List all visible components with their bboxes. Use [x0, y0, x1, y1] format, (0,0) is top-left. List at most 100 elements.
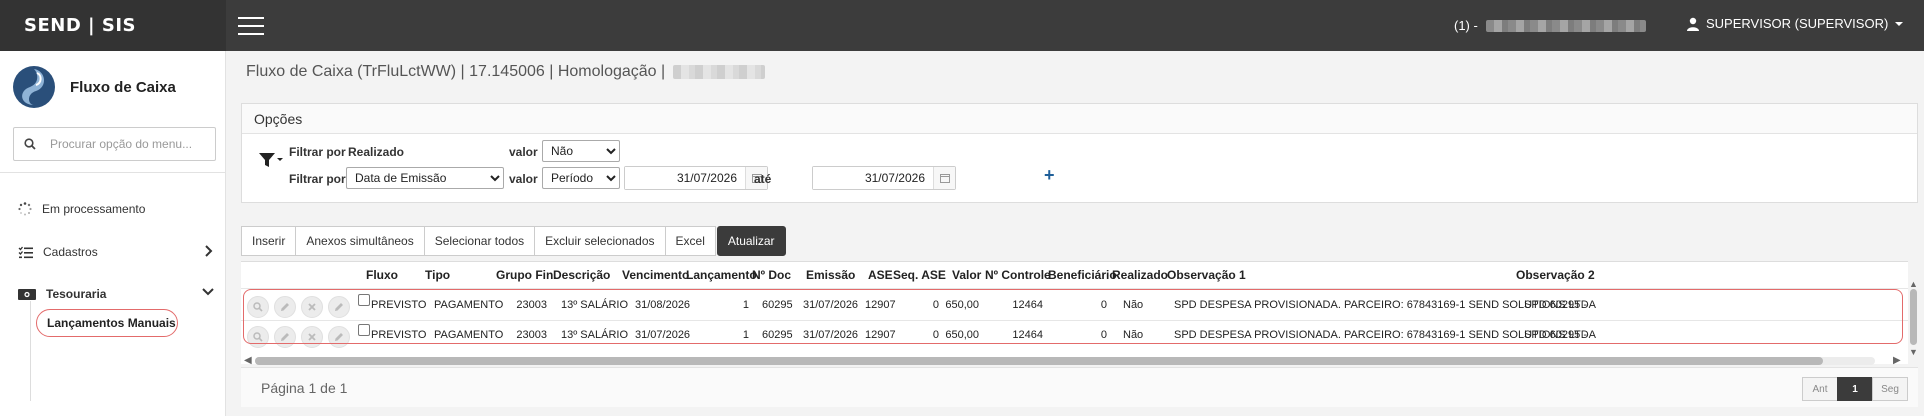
add-filter-button[interactable]: + — [1044, 165, 1055, 186]
sidebar-item-label: Em processamento — [42, 202, 146, 216]
main-content: Fluxo de Caixa (TrFluLctWW) | 17.145006 … — [226, 51, 1924, 416]
delete-record-icon[interactable] — [301, 326, 323, 348]
cell-ase: 12907 — [865, 329, 896, 341]
cell-grupo-fin: 23003 — [516, 299, 547, 311]
excel-button[interactable]: Excel — [664, 226, 716, 256]
filter2-field-select[interactable]: Data de Emissão — [346, 167, 504, 189]
col-header-observacao-1[interactable]: Observação 1 — [1167, 262, 1246, 288]
environment-indicator: (1) - — [1454, 18, 1646, 33]
calendar-icon[interactable] — [933, 167, 955, 189]
table-row[interactable]: PREVISTO PAGAMENTO 23003 13º SALÁRIO 31/… — [241, 290, 1908, 320]
delete-selected-button[interactable]: Excluir selecionados — [534, 226, 666, 256]
scroll-up-icon[interactable]: ▲ — [1909, 279, 1918, 289]
menu-search-input[interactable] — [50, 137, 200, 151]
col-header-seq-ase[interactable]: Seq. ASE — [893, 262, 946, 288]
col-header-n-controle[interactable]: Nº Controle — [985, 262, 1051, 288]
filter1-label: Filtrar por — [289, 145, 346, 159]
sidebar-item-cadastros[interactable]: Cadastros — [0, 236, 226, 268]
chevron-down-icon — [202, 288, 214, 296]
hamburger-menu-icon[interactable] — [238, 17, 264, 35]
cell-vencimento: 31/07/2026 — [635, 329, 691, 341]
date-from-field[interactable] — [624, 166, 768, 190]
filter2-value-label: valor — [509, 172, 538, 186]
row-select-checkbox[interactable] — [358, 294, 370, 306]
cell-descricao: 13º SALÁRIO — [561, 299, 628, 311]
filter-menu-icon[interactable] — [258, 151, 284, 169]
sidebar: Fluxo de Caixa Em processamento Cadastro… — [0, 51, 226, 416]
user-menu[interactable]: SUPERVISOR (SUPERVISOR) — [1686, 16, 1910, 31]
cell-observacao-2: SPD 60295 - — [1524, 329, 1587, 341]
brand-text: SEND | SIS — [24, 15, 136, 36]
date-from-input[interactable] — [625, 167, 745, 189]
module-title: Fluxo de Caixa — [70, 78, 176, 96]
date-to-field[interactable] — [812, 166, 956, 190]
filter2-label: Filtrar por — [289, 172, 346, 186]
scroll-thumb[interactable] — [1910, 289, 1917, 345]
view-record-icon[interactable] — [247, 296, 269, 318]
edit-record-icon[interactable] — [274, 296, 296, 318]
sidebar-item-tesouraria[interactable]: Tesouraria — [0, 278, 226, 310]
cell-emissao: 31/07/2026 — [803, 329, 859, 341]
cell-observacao-2: SPD 60295 - — [1524, 299, 1587, 311]
col-header-ase[interactable]: ASE — [868, 262, 893, 288]
cell-beneficiario: 0 — [1100, 299, 1107, 311]
pagination-bar: Página 1 de 1 Ant 1 Seg — [241, 367, 1918, 407]
cell-valor: 650,00 — [945, 329, 979, 341]
top-bar: SEND | SIS (1) - SUPERVISOR (SUPERVISOR) — [0, 0, 1924, 51]
cell-ase: 12907 — [865, 299, 896, 311]
col-header-realizado[interactable]: Realizado — [1112, 262, 1168, 288]
simultaneous-attachments-button[interactable]: Anexos simultâneos — [295, 226, 425, 256]
col-header-emissao[interactable]: Emissão — [806, 262, 855, 288]
col-header-descricao[interactable]: Descrição — [553, 262, 610, 288]
sidebar-item-label: Tesouraria — [46, 287, 107, 301]
sidebar-item-label: Cadastros — [43, 245, 98, 259]
col-header-beneficiario[interactable]: Beneficiário — [1048, 262, 1117, 288]
cell-descricao: 13º SALÁRIO — [561, 329, 628, 341]
filter2-value-select[interactable]: Período — [542, 167, 620, 189]
delete-record-icon[interactable] — [301, 296, 323, 318]
insert-button[interactable]: Inserir — [241, 226, 297, 256]
col-header-lancamento[interactable]: Lançamento — [686, 262, 757, 288]
cell-emissao: 31/07/2026 — [803, 299, 859, 311]
company-logo-icon — [13, 66, 55, 108]
col-header-n-doc[interactable]: Nº Doc — [752, 262, 791, 288]
scroll-left-icon[interactable]: ◀ — [244, 355, 252, 366]
view-record-icon[interactable] — [247, 326, 269, 348]
redacted-title-part — [673, 65, 766, 79]
row-select-checkbox[interactable] — [358, 324, 370, 336]
select-all-button[interactable]: Selecionar todos — [423, 226, 536, 256]
vertical-scrollbar[interactable]: ▲ ▼ — [1909, 279, 1919, 359]
col-header-grupo-fin[interactable]: Grupo Fin. — [496, 262, 557, 288]
col-header-valor[interactable]: Valor — [952, 262, 981, 288]
current-page-button[interactable]: 1 — [1837, 377, 1873, 401]
col-header-observacao-2[interactable]: Observação 2 — [1516, 262, 1595, 288]
next-page-button[interactable]: Seg — [1872, 377, 1908, 401]
prev-page-button[interactable]: Ant — [1802, 377, 1838, 401]
edit-record-icon[interactable] — [274, 326, 296, 348]
col-header-vencimento[interactable]: Vencimento — [622, 262, 689, 288]
sidebar-item-em-processamento[interactable]: Em processamento — [0, 193, 226, 225]
sidebar-subitem-lancamentos-manuais[interactable]: Lançamentos Manuais — [36, 309, 178, 337]
cell-tipo: PAGAMENTO — [434, 299, 504, 311]
date-to-input[interactable] — [813, 167, 933, 189]
menu-search[interactable] — [13, 127, 216, 161]
redacted-environment — [1485, 19, 1646, 32]
cell-vencimento: 31/08/2026 — [635, 299, 691, 311]
scroll-thumb[interactable] — [255, 357, 1823, 365]
sidebar-subitem-label: Lançamentos Manuais — [47, 316, 176, 330]
edit-alt-record-icon[interactable] — [328, 296, 350, 318]
brand-logo[interactable]: SEND | SIS — [0, 0, 226, 51]
page-title-text: Fluxo de Caixa (TrFluLctWW) | 17.145006 … — [246, 63, 666, 80]
cell-n-controle: 12464 — [1012, 299, 1043, 311]
search-icon — [24, 138, 36, 150]
horizontal-scrollbar[interactable]: ◀ ▶ — [241, 353, 1908, 367]
cell-beneficiario: 0 — [1100, 329, 1107, 341]
scroll-down-icon[interactable]: ▼ — [1909, 347, 1918, 357]
edit-alt-record-icon[interactable] — [328, 326, 350, 348]
scroll-right-icon[interactable]: ▶ — [1893, 355, 1901, 366]
col-header-tipo[interactable]: Tipo — [425, 262, 450, 288]
table-row[interactable]: PREVISTO PAGAMENTO 23003 13º SALÁRIO 31/… — [241, 320, 1908, 350]
filter1-value-select[interactable]: Não — [542, 140, 620, 162]
refresh-button[interactable]: Atualizar — [716, 226, 786, 256]
col-header-fluxo[interactable]: Fluxo — [366, 262, 398, 288]
